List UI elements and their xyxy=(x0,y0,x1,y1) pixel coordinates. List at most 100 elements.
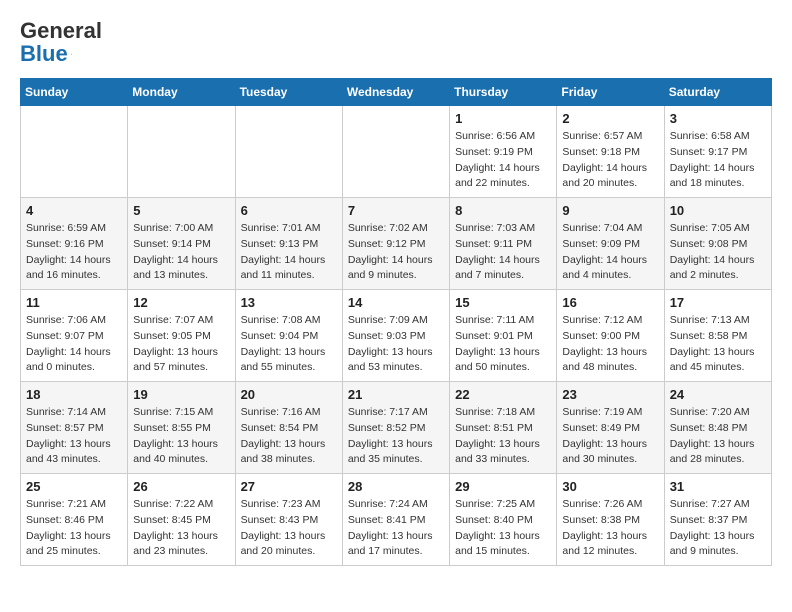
calendar-cell: 20 Sunrise: 7:16 AMSunset: 8:54 PMDayligh… xyxy=(235,382,342,474)
weekday-header-sunday: Sunday xyxy=(21,79,128,106)
day-number: 26 xyxy=(133,479,229,494)
day-number: 11 xyxy=(26,295,122,310)
calendar-cell xyxy=(128,106,235,198)
day-number: 18 xyxy=(26,387,122,402)
day-info: Sunrise: 6:56 AMSunset: 9:19 PMDaylight:… xyxy=(455,129,551,192)
page-header: General Blue xyxy=(20,20,772,62)
day-info: Sunrise: 7:26 AMSunset: 8:38 PMDaylight:… xyxy=(562,497,658,560)
weekday-header-row: SundayMondayTuesdayWednesdayThursdayFrid… xyxy=(21,79,772,106)
calendar-cell: 18 Sunrise: 7:14 AMSunset: 8:57 PMDayligh… xyxy=(21,382,128,474)
day-info: Sunrise: 7:11 AMSunset: 9:01 PMDaylight:… xyxy=(455,313,551,376)
calendar-week-row: 4 Sunrise: 6:59 AMSunset: 9:16 PMDaylight… xyxy=(21,198,772,290)
day-info: Sunrise: 7:04 AMSunset: 9:09 PMDaylight:… xyxy=(562,221,658,284)
calendar-cell xyxy=(235,106,342,198)
day-number: 19 xyxy=(133,387,229,402)
logo: General Blue xyxy=(20,20,72,62)
day-number: 24 xyxy=(670,387,766,402)
day-info: Sunrise: 7:27 AMSunset: 8:37 PMDaylight:… xyxy=(670,497,766,560)
day-info: Sunrise: 7:07 AMSunset: 9:05 PMDaylight:… xyxy=(133,313,229,376)
calendar-cell: 13 Sunrise: 7:08 AMSunset: 9:04 PMDayligh… xyxy=(235,290,342,382)
day-number: 9 xyxy=(562,203,658,218)
day-number: 25 xyxy=(26,479,122,494)
day-info: Sunrise: 7:06 AMSunset: 9:07 PMDaylight:… xyxy=(26,313,122,376)
calendar-cell: 3 Sunrise: 6:58 AMSunset: 9:17 PMDaylight… xyxy=(664,106,771,198)
calendar-cell xyxy=(21,106,128,198)
calendar-week-row: 11 Sunrise: 7:06 AMSunset: 9:07 PMDayligh… xyxy=(21,290,772,382)
day-number: 20 xyxy=(241,387,337,402)
day-number: 13 xyxy=(241,295,337,310)
calendar-cell: 28 Sunrise: 7:24 AMSunset: 8:41 PMDayligh… xyxy=(342,474,449,566)
day-info: Sunrise: 7:13 AMSunset: 8:58 PMDaylight:… xyxy=(670,313,766,376)
weekday-header-thursday: Thursday xyxy=(450,79,557,106)
day-info: Sunrise: 7:08 AMSunset: 9:04 PMDaylight:… xyxy=(241,313,337,376)
day-number: 3 xyxy=(670,111,766,126)
day-number: 15 xyxy=(455,295,551,310)
day-info: Sunrise: 7:17 AMSunset: 8:52 PMDaylight:… xyxy=(348,405,444,468)
day-info: Sunrise: 7:19 AMSunset: 8:49 PMDaylight:… xyxy=(562,405,658,468)
day-info: Sunrise: 7:09 AMSunset: 9:03 PMDaylight:… xyxy=(348,313,444,376)
day-number: 28 xyxy=(348,479,444,494)
day-info: Sunrise: 7:03 AMSunset: 9:11 PMDaylight:… xyxy=(455,221,551,284)
calendar-cell: 23Sunrise: 7:19 AMSunset: 8:49 PMDayligh… xyxy=(557,382,664,474)
day-number: 14 xyxy=(348,295,444,310)
calendar-week-row: 25Sunrise: 7:21 AMSunset: 8:46 PMDayligh… xyxy=(21,474,772,566)
calendar-cell: 4 Sunrise: 6:59 AMSunset: 9:16 PMDaylight… xyxy=(21,198,128,290)
calendar-cell: 8 Sunrise: 7:03 AMSunset: 9:11 PMDaylight… xyxy=(450,198,557,290)
weekday-header-monday: Monday xyxy=(128,79,235,106)
calendar-week-row: 1 Sunrise: 6:56 AMSunset: 9:19 PMDaylight… xyxy=(21,106,772,198)
day-number: 27 xyxy=(241,479,337,494)
calendar-cell: 19 Sunrise: 7:15 AMSunset: 8:55 PMDayligh… xyxy=(128,382,235,474)
calendar-cell: 29 Sunrise: 7:25 AMSunset: 8:40 PMDayligh… xyxy=(450,474,557,566)
calendar-table: SundayMondayTuesdayWednesdayThursdayFrid… xyxy=(20,78,772,566)
calendar-cell: 10 Sunrise: 7:05 AMSunset: 9:08 PMDayligh… xyxy=(664,198,771,290)
weekday-header-saturday: Saturday xyxy=(664,79,771,106)
weekday-header-tuesday: Tuesday xyxy=(235,79,342,106)
calendar-cell: 6Sunrise: 7:01 AMSunset: 9:13 PMDaylight… xyxy=(235,198,342,290)
calendar-cell: 14 Sunrise: 7:09 AMSunset: 9:03 PMDayligh… xyxy=(342,290,449,382)
day-info: Sunrise: 7:16 AMSunset: 8:54 PMDaylight:… xyxy=(241,405,337,468)
day-info: Sunrise: 7:23 AMSunset: 8:43 PMDaylight:… xyxy=(241,497,337,560)
day-info: Sunrise: 7:14 AMSunset: 8:57 PMDaylight:… xyxy=(26,405,122,468)
day-info: Sunrise: 6:58 AMSunset: 9:17 PMDaylight:… xyxy=(670,129,766,192)
day-number: 1 xyxy=(455,111,551,126)
day-number: 7 xyxy=(348,203,444,218)
calendar-cell: 27 Sunrise: 7:23 AMSunset: 8:43 PMDayligh… xyxy=(235,474,342,566)
day-info: Sunrise: 7:15 AMSunset: 8:55 PMDaylight:… xyxy=(133,405,229,468)
calendar-cell: 9 Sunrise: 7:04 AMSunset: 9:09 PMDaylight… xyxy=(557,198,664,290)
day-info: Sunrise: 7:25 AMSunset: 8:40 PMDaylight:… xyxy=(455,497,551,560)
day-number: 22 xyxy=(455,387,551,402)
day-info: Sunrise: 6:59 AMSunset: 9:16 PMDaylight:… xyxy=(26,221,122,284)
day-number: 31 xyxy=(670,479,766,494)
day-number: 8 xyxy=(455,203,551,218)
calendar-cell: 16 Sunrise: 7:12 AMSunset: 9:00 PMDayligh… xyxy=(557,290,664,382)
day-number: 29 xyxy=(455,479,551,494)
calendar-cell: 25Sunrise: 7:21 AMSunset: 8:46 PMDayligh… xyxy=(21,474,128,566)
day-info: Sunrise: 7:22 AMSunset: 8:45 PMDaylight:… xyxy=(133,497,229,560)
day-number: 30 xyxy=(562,479,658,494)
calendar-cell: 2Sunrise: 6:57 AMSunset: 9:18 PMDaylight… xyxy=(557,106,664,198)
logo-icon xyxy=(71,43,72,65)
calendar-cell: 1 Sunrise: 6:56 AMSunset: 9:19 PMDaylight… xyxy=(450,106,557,198)
day-number: 2 xyxy=(562,111,658,126)
day-number: 10 xyxy=(670,203,766,218)
day-number: 4 xyxy=(26,203,122,218)
calendar-cell xyxy=(342,106,449,198)
day-info: Sunrise: 7:24 AMSunset: 8:41 PMDaylight:… xyxy=(348,497,444,560)
day-number: 12 xyxy=(133,295,229,310)
calendar-cell: 22Sunrise: 7:18 AMSunset: 8:51 PMDayligh… xyxy=(450,382,557,474)
calendar-cell: 26 Sunrise: 7:22 AMSunset: 8:45 PMDayligh… xyxy=(128,474,235,566)
calendar-cell: 30 Sunrise: 7:26 AMSunset: 8:38 PMDayligh… xyxy=(557,474,664,566)
calendar-cell: 24 Sunrise: 7:20 AMSunset: 8:48 PMDayligh… xyxy=(664,382,771,474)
day-number: 21 xyxy=(348,387,444,402)
calendar-cell: 21 Sunrise: 7:17 AMSunset: 8:52 PMDayligh… xyxy=(342,382,449,474)
day-number: 5 xyxy=(133,203,229,218)
day-info: Sunrise: 7:05 AMSunset: 9:08 PMDaylight:… xyxy=(670,221,766,284)
day-info: Sunrise: 7:02 AMSunset: 9:12 PMDaylight:… xyxy=(348,221,444,284)
weekday-header-wednesday: Wednesday xyxy=(342,79,449,106)
calendar-cell: 15 Sunrise: 7:11 AMSunset: 9:01 PMDayligh… xyxy=(450,290,557,382)
day-info: Sunrise: 7:12 AMSunset: 9:00 PMDaylight:… xyxy=(562,313,658,376)
calendar-cell: 11 Sunrise: 7:06 AMSunset: 9:07 PMDayligh… xyxy=(21,290,128,382)
day-info: Sunrise: 7:20 AMSunset: 8:48 PMDaylight:… xyxy=(670,405,766,468)
weekday-header-friday: Friday xyxy=(557,79,664,106)
day-number: 16 xyxy=(562,295,658,310)
